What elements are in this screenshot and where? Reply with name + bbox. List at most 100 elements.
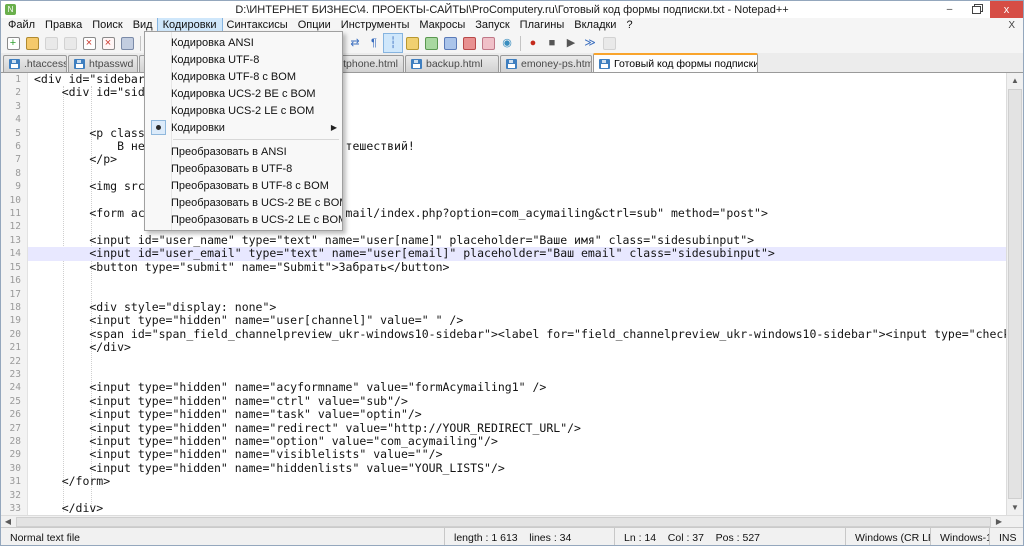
menubar-item-1[interactable]: Правка bbox=[40, 18, 87, 33]
open-file-button[interactable] bbox=[23, 34, 41, 52]
code-text[interactable] bbox=[28, 288, 1023, 301]
close-all-button[interactable]: × bbox=[99, 34, 117, 52]
menubar-item-8[interactable]: Макросы bbox=[414, 18, 470, 33]
document-map-button[interactable] bbox=[422, 34, 440, 52]
encoding-menu-item-3[interactable]: Кодировка UCS-2 BE с BOM bbox=[145, 85, 342, 102]
menubar-item-0[interactable]: Файл bbox=[3, 18, 40, 33]
encoding-menu-item-0[interactable]: Кодировка ANSI bbox=[145, 34, 342, 51]
plugin-button-1[interactable] bbox=[460, 34, 478, 52]
word-wrap-icon: ⇄ bbox=[349, 37, 362, 50]
scroll-down-icon[interactable]: ▼ bbox=[1007, 500, 1023, 515]
close-document-button[interactable]: X bbox=[1008, 20, 1015, 31]
tab-5[interactable]: emoney-ps.html bbox=[500, 55, 592, 72]
menu-item-label: Кодировка UCS-2 LE с BOM bbox=[171, 105, 342, 117]
line-number: 29 bbox=[1, 448, 28, 461]
minimize-button[interactable]: – bbox=[936, 1, 963, 18]
code-text[interactable]: <input type="hidden" name="redirect" val… bbox=[28, 422, 1023, 435]
scroll-up-icon[interactable]: ▲ bbox=[1007, 73, 1023, 88]
encoding-menu-item-10[interactable]: Преобразовать в UCS-2 BE с BOM bbox=[145, 194, 342, 211]
code-text[interactable]: <input type="hidden" name="ctrl" value="… bbox=[28, 395, 1023, 408]
encoding-menu-item-1[interactable]: Кодировка UTF-8 bbox=[145, 51, 342, 68]
saved-file-icon bbox=[599, 59, 610, 69]
menubar-item-10[interactable]: Плагины bbox=[515, 18, 570, 33]
code-text[interactable]: <button type="submit" name="Submit">Забр… bbox=[28, 261, 1023, 274]
monitoring-button[interactable]: ◉ bbox=[498, 34, 516, 52]
macro-run-multiple-button[interactable]: ≫ bbox=[581, 34, 599, 52]
encoding-menu-item-7[interactable]: Преобразовать в ANSI bbox=[145, 143, 342, 160]
vertical-scrollbar[interactable]: ▲ ▼ bbox=[1006, 73, 1023, 515]
editor-line-27: 27 <input type="hidden" name="redirect" … bbox=[1, 422, 1023, 435]
scroll-right-icon[interactable]: ▶ bbox=[992, 517, 1006, 526]
function-list-button[interactable] bbox=[441, 34, 459, 52]
horizontal-scroll-thumb[interactable] bbox=[16, 517, 991, 527]
code-text[interactable]: <input type="hidden" name="task" value="… bbox=[28, 408, 1023, 421]
indent-guide-button[interactable]: ┆ bbox=[384, 34, 402, 52]
encoding-menu-item-8[interactable]: Преобразовать в UTF-8 bbox=[145, 160, 342, 177]
code-text[interactable]: <input type="hidden" name="user[channel]… bbox=[28, 314, 1023, 327]
line-number: 2 bbox=[1, 86, 28, 99]
code-text[interactable]: </form> bbox=[28, 475, 1023, 488]
radio-selected-icon bbox=[145, 120, 171, 135]
save-button[interactable] bbox=[42, 34, 60, 52]
tab-4[interactable]: backup.html bbox=[405, 55, 499, 72]
close-button[interactable]: × bbox=[80, 34, 98, 52]
tab-label: Готовый код формы подписки.txt bbox=[614, 58, 758, 70]
menubar-item-11[interactable]: Вкладки bbox=[569, 18, 621, 33]
title-bar[interactable]: N D:\ИНТЕРНЕТ БИЗНЕС\4. ПРОЕКТЫ-САЙТЫ\Pr… bbox=[1, 1, 1023, 18]
close-window-button[interactable]: x bbox=[990, 1, 1023, 18]
code-text[interactable]: <input type="hidden" name="option" value… bbox=[28, 435, 1023, 448]
menu-item-label: Преобразовать в UCS-2 LE с BOM bbox=[171, 214, 342, 226]
code-text[interactable]: </div> bbox=[28, 502, 1023, 515]
restore-button[interactable] bbox=[963, 1, 990, 18]
code-text[interactable]: <input id="user_email" type="text" name=… bbox=[28, 247, 1023, 260]
menubar-item-12[interactable]: ? bbox=[621, 18, 637, 33]
encoding-menu-item-5[interactable]: Кодировки▶ bbox=[145, 119, 342, 136]
code-text[interactable]: <input type="hidden" name="hiddenlists" … bbox=[28, 462, 1023, 475]
menubar-item-9[interactable]: Запуск bbox=[470, 18, 514, 33]
code-text[interactable] bbox=[28, 274, 1023, 287]
encoding-menu-item-11[interactable]: Преобразовать в UCS-2 LE с BOM bbox=[145, 211, 342, 228]
new-file-button[interactable]: + bbox=[4, 34, 22, 52]
tab-label: emoney-ps.html bbox=[521, 58, 592, 70]
macro-play-button[interactable]: ▶ bbox=[562, 34, 580, 52]
code-text[interactable] bbox=[28, 489, 1023, 502]
tab-0[interactable]: .htaccess bbox=[3, 55, 67, 72]
menubar-item-2[interactable]: Поиск bbox=[87, 18, 127, 33]
vertical-scroll-thumb[interactable] bbox=[1008, 89, 1022, 499]
editor-line-13: 13 <input id="user_name" type="text" nam… bbox=[1, 234, 1023, 247]
submenu-arrow-icon: ▶ bbox=[331, 123, 342, 132]
scroll-left-icon[interactable]: ◀ bbox=[1, 517, 15, 526]
plugin-button-2[interactable] bbox=[479, 34, 497, 52]
code-text[interactable] bbox=[28, 355, 1023, 368]
encoding-menu-item-4[interactable]: Кодировка UCS-2 LE с BOM bbox=[145, 102, 342, 119]
code-text[interactable]: <div style="display: none"> bbox=[28, 301, 1023, 314]
code-text[interactable]: <input type="hidden" name="acyformname" … bbox=[28, 381, 1023, 394]
user-defined-dialog-button[interactable] bbox=[403, 34, 421, 52]
code-text[interactable]: <span id="span_field_channelpreview_ukr-… bbox=[28, 328, 1023, 341]
editor-line-19: 19 <input type="hidden" name="user[chann… bbox=[1, 314, 1023, 327]
macro-record-button[interactable]: ● bbox=[524, 34, 542, 52]
show-all-characters-button[interactable]: ¶ bbox=[365, 34, 383, 52]
monitoring-icon: ◉ bbox=[501, 37, 514, 50]
editor-line-33: 33 </div> bbox=[1, 502, 1023, 515]
code-text[interactable]: <input type="hidden" name="visiblelists"… bbox=[28, 448, 1023, 461]
tab-1[interactable]: htpasswd bbox=[68, 55, 138, 72]
line-number: 24 bbox=[1, 381, 28, 394]
code-text[interactable] bbox=[28, 368, 1023, 381]
code-text[interactable]: <input id="user_name" type="text" name="… bbox=[28, 234, 1023, 247]
macro-stop-button[interactable]: ■ bbox=[543, 34, 561, 52]
word-wrap-button[interactable]: ⇄ bbox=[346, 34, 364, 52]
menubar-item-7[interactable]: Инструменты bbox=[336, 18, 415, 33]
print-button[interactable] bbox=[118, 34, 136, 52]
line-number: 10 bbox=[1, 194, 28, 207]
horizontal-scrollbar[interactable]: ◀ ▶ bbox=[1, 515, 1023, 527]
line-number: 9 bbox=[1, 180, 28, 193]
tab-6[interactable]: Готовый код формы подписки.txt bbox=[593, 53, 758, 72]
line-number: 33 bbox=[1, 502, 28, 515]
save-all-button[interactable] bbox=[61, 34, 79, 52]
encoding-menu-item-2[interactable]: Кодировка UTF-8 с BOM bbox=[145, 68, 342, 85]
macro-save-button[interactable] bbox=[600, 34, 618, 52]
plugin-icon-1 bbox=[463, 37, 476, 50]
encoding-menu-item-9[interactable]: Преобразовать в UTF-8 с BOM bbox=[145, 177, 342, 194]
code-text[interactable]: </div> bbox=[28, 341, 1023, 354]
